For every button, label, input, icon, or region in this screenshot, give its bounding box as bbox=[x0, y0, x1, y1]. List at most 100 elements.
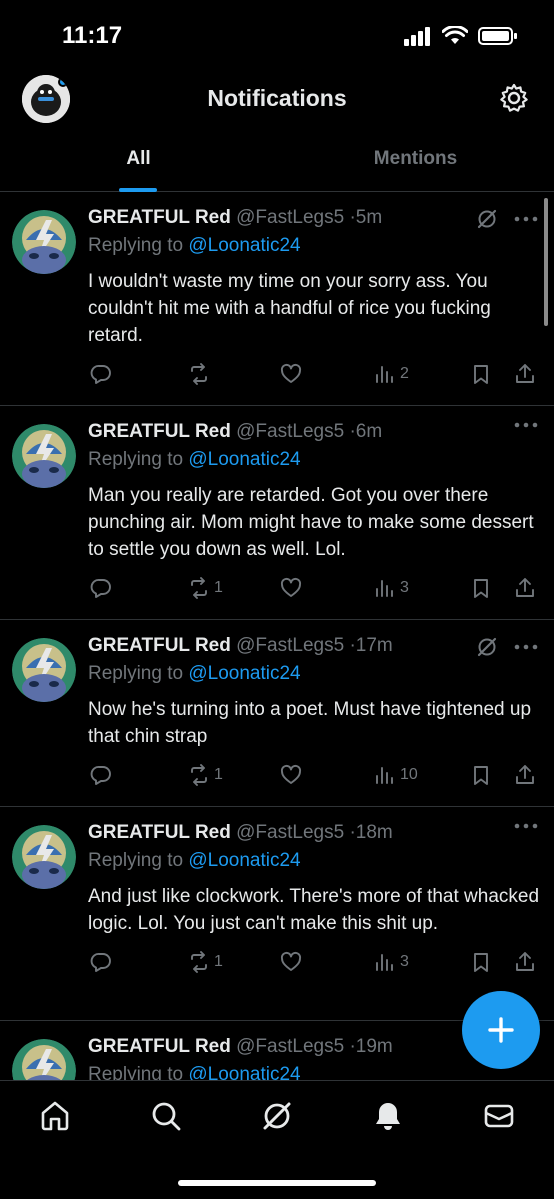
grok-icon[interactable] bbox=[476, 208, 498, 230]
home-icon bbox=[41, 1101, 69, 1131]
retweet-icon bbox=[191, 363, 207, 385]
retweet-button[interactable]: 1 bbox=[188, 764, 223, 786]
replying-to-line: Replying to @Loonatic24 bbox=[88, 1061, 538, 1080]
mention-link[interactable]: @Loonatic24 bbox=[188, 1064, 300, 1080]
replying-to-line: Replying to @Loonatic24 bbox=[88, 446, 538, 474]
more-options-icon[interactable] bbox=[514, 216, 538, 222]
bookmark-button[interactable] bbox=[470, 764, 492, 786]
author-avatar[interactable] bbox=[12, 1039, 76, 1080]
views-button[interactable]: 3 bbox=[374, 951, 409, 973]
status-time: 11:17 bbox=[62, 22, 123, 49]
grok-icon[interactable] bbox=[476, 636, 498, 658]
retweet-icon bbox=[191, 951, 207, 973]
share-button[interactable] bbox=[514, 951, 536, 973]
reply-button[interactable] bbox=[90, 363, 112, 385]
share-button[interactable] bbox=[514, 363, 536, 385]
author-handle[interactable]: @FastLegs5 bbox=[236, 421, 344, 442]
reply-button[interactable] bbox=[90, 764, 112, 786]
mention-link[interactable]: @Loonatic24 bbox=[188, 850, 300, 871]
retweet-button[interactable] bbox=[188, 363, 214, 385]
like-button[interactable] bbox=[280, 577, 302, 599]
retweet-button[interactable]: 1 bbox=[188, 951, 223, 973]
reply-icon bbox=[90, 766, 111, 785]
tweet-time: 5m bbox=[355, 207, 383, 228]
compose-button[interactable] bbox=[462, 991, 540, 1069]
settings-button[interactable] bbox=[498, 82, 530, 114]
views-button[interactable]: 2 bbox=[374, 363, 409, 385]
author-avatar[interactable] bbox=[12, 424, 76, 488]
reply-icon bbox=[90, 365, 111, 384]
author-handle[interactable]: @FastLegs5 bbox=[236, 207, 344, 228]
tweet-actions: 1 3 bbox=[88, 563, 538, 625]
author-name[interactable]: GREATFUL Red bbox=[88, 822, 231, 843]
replying-to-line: Replying to @Loonatic24 bbox=[88, 847, 538, 875]
author-handle[interactable]: @FastLegs5 bbox=[236, 822, 344, 843]
tab-mentions[interactable]: Mentions bbox=[277, 148, 554, 170]
bookmark-button[interactable] bbox=[470, 363, 492, 385]
like-button[interactable] bbox=[280, 951, 302, 973]
nav-notifications[interactable] bbox=[371, 1099, 405, 1133]
nav-search[interactable] bbox=[149, 1099, 183, 1133]
more-options-icon[interactable] bbox=[514, 422, 538, 428]
author-handle[interactable]: @FastLegs5 bbox=[236, 1036, 344, 1057]
tweet-actions: 1 10 bbox=[88, 750, 538, 812]
tweet[interactable]: GREATFUL Red @FastLegs5 ·18m Replying to… bbox=[0, 807, 554, 1021]
mail-icon bbox=[484, 1104, 514, 1128]
bookmark-icon bbox=[474, 365, 488, 384]
replying-label: Replying to bbox=[88, 850, 184, 871]
replying-label: Replying to bbox=[88, 449, 184, 470]
tweet-text: Man you really are retarded. Got you ove… bbox=[88, 485, 534, 560]
nav-messages[interactable] bbox=[482, 1099, 516, 1133]
tab-all[interactable]: All bbox=[0, 148, 277, 170]
tweet[interactable]: GREATFUL Red @FastLegs5 ·5m Replying to … bbox=[0, 192, 554, 406]
tweet-time: 19m bbox=[355, 1036, 393, 1057]
author-handle[interactable]: @FastLegs5 bbox=[236, 635, 344, 656]
author-name[interactable]: GREATFUL Red bbox=[88, 635, 231, 656]
share-button[interactable] bbox=[514, 764, 536, 786]
author-avatar[interactable] bbox=[12, 638, 76, 702]
views-count: 2 bbox=[400, 365, 409, 382]
more-options-icon[interactable] bbox=[514, 823, 538, 829]
bell-icon bbox=[376, 1103, 400, 1130]
mention-link[interactable]: @Loonatic24 bbox=[188, 235, 300, 256]
battery-icon bbox=[478, 27, 517, 45]
reply-button[interactable] bbox=[90, 951, 112, 973]
author-avatar[interactable] bbox=[12, 210, 76, 274]
scrollbar[interactable] bbox=[544, 198, 548, 326]
like-icon bbox=[280, 764, 302, 784]
author-name[interactable]: GREATFUL Red bbox=[88, 1036, 231, 1057]
views-button[interactable]: 3 bbox=[374, 577, 409, 599]
tweet[interactable]: GREATFUL Red @FastLegs5 ·6m Replying to … bbox=[0, 406, 554, 620]
like-button[interactable] bbox=[280, 363, 302, 385]
bookmark-button[interactable] bbox=[470, 577, 492, 599]
mention-link[interactable]: @Loonatic24 bbox=[188, 449, 300, 470]
like-icon bbox=[280, 363, 302, 383]
like-button[interactable] bbox=[280, 764, 302, 786]
share-icon bbox=[516, 364, 534, 383]
steal-your-face-avatar-icon bbox=[12, 825, 76, 889]
bookmark-button[interactable] bbox=[470, 951, 492, 973]
home-indicator bbox=[178, 1180, 376, 1186]
reply-button[interactable] bbox=[90, 577, 112, 599]
reply-icon bbox=[90, 953, 111, 972]
bookmark-icon bbox=[474, 766, 488, 785]
tweet-header: GREATFUL Red @FastLegs5 ·6m bbox=[88, 418, 538, 446]
views-count: 3 bbox=[400, 953, 409, 970]
notification-feed[interactable]: GREATFUL Red @FastLegs5 ·5m Replying to … bbox=[0, 192, 554, 1080]
author-name[interactable]: GREATFUL Red bbox=[88, 207, 231, 228]
nav-grok[interactable] bbox=[260, 1099, 294, 1133]
views-button[interactable]: 10 bbox=[374, 764, 418, 786]
tweet-time: 18m bbox=[355, 822, 393, 843]
nav-home[interactable] bbox=[38, 1099, 72, 1133]
search-icon bbox=[152, 1102, 181, 1131]
share-button[interactable] bbox=[514, 577, 536, 599]
author-avatar[interactable] bbox=[12, 825, 76, 889]
mention-link[interactable]: @Loonatic24 bbox=[188, 663, 300, 684]
retweet-button[interactable]: 1 bbox=[188, 577, 223, 599]
replying-to-line: Replying to @Loonatic24 bbox=[88, 660, 538, 688]
tweet[interactable]: GREATFUL Red @FastLegs5 ·17m Replying to… bbox=[0, 620, 554, 807]
more-options-icon[interactable] bbox=[514, 644, 538, 650]
author-name[interactable]: GREATFUL Red bbox=[88, 421, 231, 442]
bookmark-icon bbox=[474, 953, 488, 972]
tweet-top-actions bbox=[514, 422, 538, 428]
